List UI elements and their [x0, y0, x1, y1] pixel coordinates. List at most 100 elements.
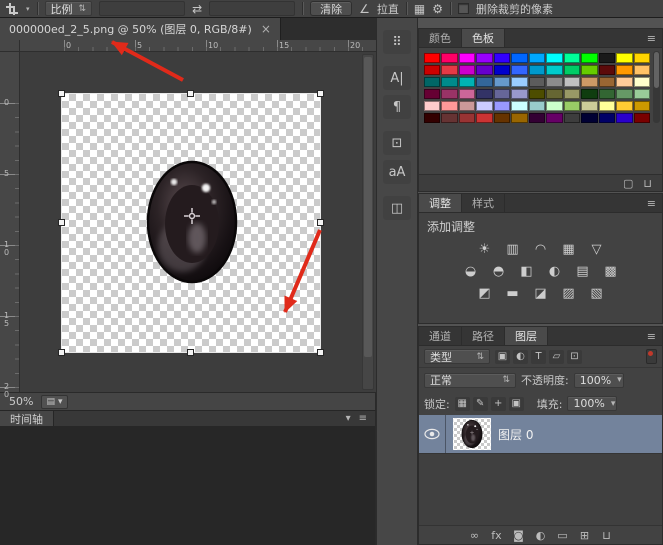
tab-color[interactable]: 颜色 — [419, 29, 462, 47]
lock-all-icon[interactable]: ▣ — [508, 396, 524, 411]
color-swatch[interactable] — [616, 65, 633, 75]
color-swatch[interactable] — [441, 65, 458, 75]
levels-icon[interactable]: ▥ — [501, 240, 524, 259]
lock-position-icon[interactable]: + — [490, 396, 506, 411]
selective-color-icon[interactable]: ▧ — [585, 284, 608, 303]
layer-visibility-toggle[interactable] — [419, 415, 446, 453]
ruler-corner[interactable] — [0, 40, 20, 52]
straighten-icon[interactable]: ∠ — [359, 3, 370, 15]
add-layer-mask-icon[interactable]: ◙ — [512, 529, 525, 542]
color-swatch[interactable] — [616, 113, 633, 123]
document-tab[interactable]: 000000ed_2_5.png @ 50% (图层 0, RGB/8#) × — [0, 18, 281, 40]
color-balance-icon[interactable]: ◓ — [487, 262, 510, 281]
color-swatch[interactable] — [511, 53, 528, 63]
color-swatch[interactable] — [476, 53, 493, 63]
color-swatch[interactable] — [598, 113, 616, 123]
document-scrollbar[interactable] — [362, 54, 374, 390]
black-white-icon[interactable]: ◧ — [515, 262, 538, 281]
document-info-widget[interactable]: ▤ ▾ — [41, 394, 68, 409]
brush-presets-icon[interactable]: ⠿ — [383, 30, 411, 54]
canvas[interactable] — [58, 90, 324, 356]
posterize-icon[interactable]: ▬ — [501, 284, 524, 303]
color-swatch[interactable] — [581, 113, 598, 123]
color-swatch[interactable] — [476, 77, 493, 87]
scrollbar-thumb[interactable] — [654, 52, 659, 88]
color-swatch[interactable] — [528, 77, 546, 87]
tab-paths[interactable]: 路径 — [462, 327, 505, 345]
threshold-icon[interactable]: ◪ — [529, 284, 552, 303]
color-swatch[interactable] — [581, 89, 598, 99]
curves-icon[interactable]: ◠ — [529, 240, 552, 259]
filter-smart-objects-icon[interactable]: ⊡ — [567, 349, 582, 364]
color-swatch[interactable] — [493, 53, 511, 63]
crop-handle-top-left[interactable] — [58, 90, 65, 97]
photo-filter-icon[interactable]: ◐ — [543, 262, 566, 281]
color-swatch[interactable] — [458, 113, 476, 123]
swap-dimensions-icon[interactable]: ⇄ — [192, 3, 202, 15]
color-swatch[interactable] — [424, 113, 441, 123]
timeline-tab[interactable]: 时间轴 — [0, 410, 54, 427]
color-swatch[interactable] — [633, 113, 650, 123]
color-swatch[interactable] — [581, 53, 598, 63]
color-swatch[interactable] — [458, 65, 476, 75]
3d-panel-icon[interactable]: ◫ — [383, 196, 411, 220]
invert-icon[interactable]: ◩ — [473, 284, 496, 303]
color-swatch[interactable] — [563, 53, 581, 63]
color-swatch[interactable] — [458, 53, 476, 63]
tab-channels[interactable]: 通道 — [419, 327, 462, 345]
panel-menu-icon[interactable]: ≡ — [647, 330, 662, 343]
color-swatch[interactable] — [563, 77, 581, 87]
color-swatch[interactable] — [633, 89, 650, 99]
color-swatch[interactable] — [424, 101, 441, 111]
color-swatch[interactable] — [511, 89, 528, 99]
color-swatch[interactable] — [581, 101, 598, 111]
color-swatch[interactable] — [546, 89, 563, 99]
color-swatch[interactable] — [616, 77, 633, 87]
color-swatch[interactable] — [616, 101, 633, 111]
color-swatch[interactable] — [476, 113, 493, 123]
layer-style-icon[interactable]: fx — [490, 529, 503, 542]
exposure-icon[interactable]: ▦ — [557, 240, 580, 259]
color-swatch[interactable] — [598, 65, 616, 75]
color-swatch[interactable] — [563, 113, 581, 123]
color-swatch[interactable] — [528, 113, 546, 123]
glyphs-panel-icon[interactable]: aA — [383, 160, 411, 184]
new-adjustment-layer-icon[interactable]: ◐ — [534, 529, 547, 542]
lock-transparent-pixels-icon[interactable]: ▦ — [454, 396, 470, 411]
link-layers-icon[interactable]: ∞ — [468, 529, 481, 542]
straighten-label[interactable]: 拉直 — [377, 1, 399, 17]
color-swatch[interactable] — [476, 101, 493, 111]
color-swatch[interactable] — [493, 101, 511, 111]
color-lookup-icon[interactable]: ▩ — [599, 262, 622, 281]
color-swatch[interactable] — [441, 53, 458, 63]
pasteboard[interactable] — [20, 52, 376, 392]
crop-handle-middle-right[interactable] — [317, 219, 324, 226]
layer-row-selected[interactable]: 图层 0 — [419, 415, 662, 454]
color-swatch[interactable] — [528, 89, 546, 99]
color-swatch[interactable] — [511, 77, 528, 87]
new-layer-icon[interactable]: ⊞ — [578, 529, 591, 542]
opacity-field[interactable]: 100% ▾ — [573, 372, 624, 388]
color-swatch[interactable] — [441, 77, 458, 87]
close-icon[interactable]: × — [261, 22, 271, 36]
filter-adjustment-layers-icon[interactable]: ◐ — [513, 349, 528, 364]
scrollbar-thumb[interactable] — [364, 57, 372, 357]
crop-height-input[interactable] — [209, 1, 296, 16]
color-swatch[interactable] — [598, 53, 616, 63]
color-swatch[interactable] — [528, 53, 546, 63]
delete-cropped-pixels-checkbox[interactable] — [458, 3, 469, 14]
color-swatch[interactable] — [633, 101, 650, 111]
brightness-contrast-icon[interactable]: ☀ — [473, 240, 496, 259]
color-swatch[interactable] — [493, 65, 511, 75]
color-swatch[interactable] — [476, 65, 493, 75]
channel-mixer-icon[interactable]: ▤ — [571, 262, 594, 281]
color-swatch[interactable] — [493, 113, 511, 123]
tab-layers[interactable]: 图层 — [505, 327, 548, 345]
delete-layer-icon[interactable]: ⊔ — [600, 529, 613, 542]
color-swatch[interactable] — [493, 77, 511, 87]
crop-tool-icon[interactable] — [6, 2, 19, 15]
color-swatch[interactable] — [528, 101, 546, 111]
color-swatch[interactable] — [616, 89, 633, 99]
color-swatch[interactable] — [546, 53, 563, 63]
panel-menu-icon[interactable]: ≡ — [647, 32, 662, 45]
